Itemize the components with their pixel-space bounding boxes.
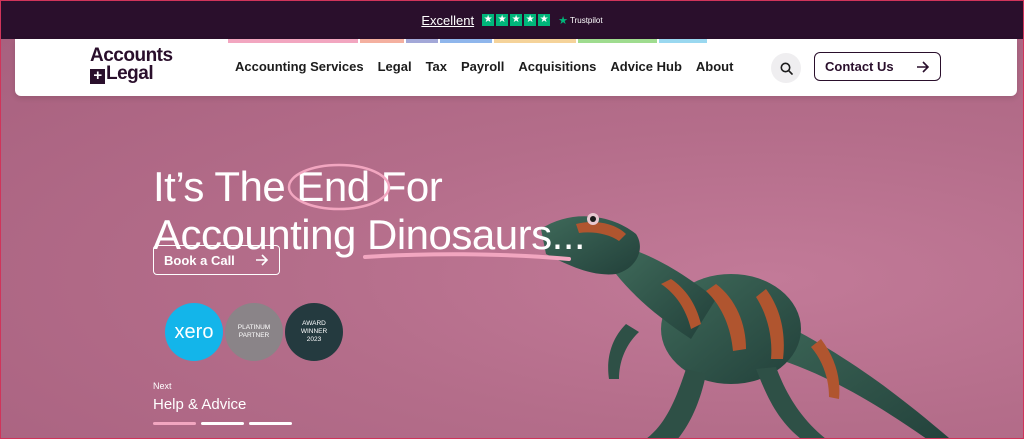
badge-text: WINNER xyxy=(300,328,328,335)
hero-headline-line-1: It’s The End For xyxy=(153,163,585,211)
slider-indicator-3[interactable] xyxy=(249,422,292,425)
nav-color-strip xyxy=(659,39,707,43)
nav-color-strip xyxy=(406,39,438,43)
xero-logo-text: xero xyxy=(174,320,214,343)
slider-next-label: Next xyxy=(153,381,172,391)
nav-link-acquisitions[interactable]: Acquisitions xyxy=(518,59,596,74)
nav-link-tax[interactable]: Tax xyxy=(426,59,447,74)
trustpilot-star-icon: ★ xyxy=(558,14,568,27)
nav-color-strip xyxy=(228,39,358,43)
underline-scribble-icon xyxy=(362,252,571,261)
nav-color-strip xyxy=(494,39,576,43)
headline-underlined-word: Dinosaurs xyxy=(362,211,571,261)
logo-line-2-text: Legal xyxy=(106,63,154,84)
nav-link-advice-hub[interactable]: Advice Hub xyxy=(610,59,682,74)
plus-icon: + xyxy=(90,68,105,84)
nav-link-payroll[interactable]: Payroll xyxy=(461,59,504,74)
hero-section: It’s The End For Accounting Dinosaurs ..… xyxy=(1,39,1023,438)
star-icon: ★ xyxy=(482,14,495,26)
search-button[interactable] xyxy=(771,53,801,83)
slider-indicator-2[interactable] xyxy=(201,422,244,425)
book-a-call-button[interactable]: Book a Call xyxy=(153,245,280,275)
trustpilot-stars: ★ ★ ★ ★ ★ xyxy=(482,14,551,26)
slider-indicator-1[interactable] xyxy=(153,422,196,425)
arrow-right-icon xyxy=(256,254,269,266)
nav-color-strip xyxy=(578,39,657,43)
nav-link-about[interactable]: About xyxy=(696,59,734,74)
xero-badge: xero xyxy=(165,303,223,361)
trustpilot-brand: Trustpilot xyxy=(570,15,603,25)
trustpilot-rating-text[interactable]: Excellent xyxy=(421,13,474,28)
nav-link-legal[interactable]: Legal xyxy=(378,59,412,74)
accounts-legal-logo[interactable]: Accounts + Legal xyxy=(90,46,173,84)
star-icon: ★ xyxy=(496,14,509,26)
badge-text: PLATINUM xyxy=(237,324,271,331)
star-icon: ★ xyxy=(510,14,523,26)
nav-links: Accounting Services Legal Tax Payroll Ac… xyxy=(235,59,733,74)
nav-color-strip xyxy=(360,39,404,43)
nav-color-strip xyxy=(440,39,492,43)
trustpilot-bar[interactable]: Excellent ★ ★ ★ ★ ★ ★ Trustpilot xyxy=(1,1,1023,39)
star-icon: ★ xyxy=(524,14,537,26)
logo-line-2: + Legal xyxy=(90,63,173,84)
badge-text: PARTNER xyxy=(238,332,270,339)
badge-text: 2023 xyxy=(306,336,322,343)
star-icon: ★ xyxy=(538,14,551,26)
headline-circled-word: End xyxy=(288,163,391,211)
headline-text: It’s The xyxy=(153,163,286,210)
circle-scribble-icon xyxy=(288,163,391,211)
main-navigation: Accounts + Legal Accounting Services Lega… xyxy=(15,39,1017,96)
search-icon xyxy=(780,62,793,75)
badge-text: AWARD xyxy=(302,320,326,327)
award-winner-badge: AWARD WINNER 2023 xyxy=(285,303,343,361)
nav-link-accounting-services[interactable]: Accounting Services xyxy=(235,59,364,74)
slider-next-title[interactable]: Help & Advice xyxy=(153,396,246,413)
platinum-partner-badge: PLATINUM PARTNER xyxy=(225,303,283,361)
trustpilot-logo[interactable]: ★ Trustpilot xyxy=(558,14,602,27)
arrow-right-icon xyxy=(917,60,930,73)
book-a-call-label: Book a Call xyxy=(164,252,235,268)
contact-us-label: Contact Us xyxy=(825,59,894,74)
contact-us-button[interactable]: Contact Us xyxy=(814,52,941,81)
